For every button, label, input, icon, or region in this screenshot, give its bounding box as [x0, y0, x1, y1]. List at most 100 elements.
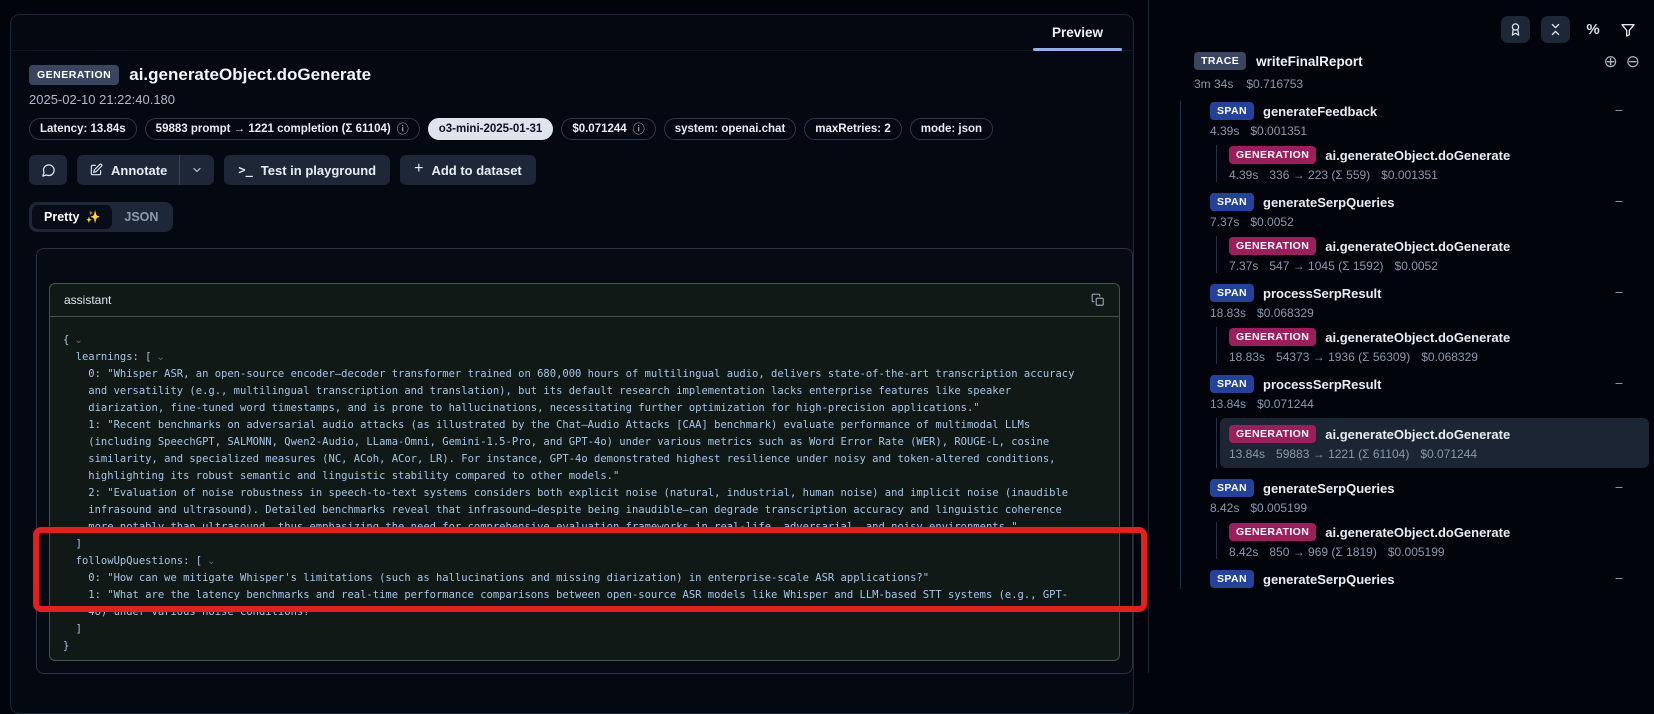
generation-node-header[interactable]: GENERATIONai.generateObject.doGenerate — [1229, 424, 1640, 444]
collapse-node-icon[interactable]: − — [1615, 193, 1623, 209]
span-metrics: 7.37s$0.0052 — [1210, 215, 1640, 229]
filter-button[interactable] — [1616, 16, 1640, 43]
span-duration: 4.39s — [1210, 124, 1239, 138]
metadata-pill: mode: json — [910, 118, 993, 140]
generation-node-header[interactable]: GENERATIONai.generateObject.doGenerate — [1229, 145, 1640, 165]
generation-metrics: 8.42s850 → 969 (Σ 1819)$0.005199 — [1229, 545, 1640, 559]
add-to-dataset-button[interactable]: + Add to dataset — [400, 155, 536, 185]
generation-tokens: 547 → 1045 (Σ 1592) — [1269, 259, 1383, 273]
generation-duration: 4.39s — [1229, 168, 1258, 182]
span-node[interactable]: SPANgenerateFeedback−4.39s$0.001351GENER… — [1210, 101, 1640, 182]
span-badge: SPAN — [1210, 375, 1254, 393]
add-to-dataset-label: Add to dataset — [431, 163, 521, 178]
generation-node[interactable]: GENERATIONai.generateObject.doGenerate18… — [1229, 327, 1640, 364]
span-node-header[interactable]: SPANgenerateFeedback− — [1210, 101, 1640, 121]
pill-label: o3-mini-2025-01-31 — [439, 123, 543, 135]
award-icon — [1508, 22, 1523, 37]
fold-vertical-icon — [1548, 22, 1563, 37]
terminal-icon: >_ — [238, 163, 252, 177]
span-node[interactable]: SPANprocessSerpResult−18.83s$0.068329GEN… — [1210, 283, 1640, 364]
generation-node[interactable]: GENERATIONai.generateObject.doGenerate 4.… — [1229, 145, 1640, 182]
span-node[interactable]: SPAN generateSerpQueries − — [1210, 569, 1640, 589]
generation-node-header[interactable]: GENERATIONai.generateObject.doGenerate — [1229, 522, 1640, 542]
collapse-chevron-icon[interactable]: ⌄ — [157, 352, 165, 363]
collapse-node-icon[interactable]: − — [1615, 375, 1623, 391]
annotate-button[interactable]: Annotate — [77, 155, 179, 185]
pretty-label: Pretty — [44, 210, 79, 224]
filter-funnel-icon — [1620, 22, 1636, 38]
collapse-all-button[interactable] — [1541, 16, 1570, 43]
generation-tokens: 59883 → 1221 (Σ 61104) — [1276, 447, 1409, 461]
test-in-playground-button[interactable]: >_ Test in playground — [224, 155, 390, 185]
trace-badge: TRACE — [1194, 52, 1246, 70]
toggle-pretty[interactable]: Pretty ✨ — [32, 205, 112, 229]
span-badge: SPAN — [1210, 570, 1254, 588]
generation-name: ai.generateObject.doGenerate — [1325, 525, 1510, 540]
span-node-header[interactable]: SPAN generateSerpQueries − — [1210, 569, 1640, 589]
info-icon[interactable]: ⓘ — [633, 123, 645, 135]
comment-button[interactable] — [29, 155, 67, 185]
span-children: GENERATIONai.generateObject.doGenerate 8.… — [1216, 522, 1640, 559]
annotate-button-group: Annotate — [77, 155, 214, 185]
span-duration: 13.84s — [1210, 397, 1246, 411]
actions-toolbar: Annotate >_ Test in playground + Add to … — [29, 155, 1133, 185]
span-node-header[interactable]: SPAN processSerpResult − — [1210, 374, 1640, 394]
collapse-node-icon[interactable]: − — [1615, 479, 1623, 495]
generation-node[interactable]: GENERATIONai.generateObject.doGenerate 8.… — [1229, 522, 1640, 559]
copy-button[interactable] — [1091, 293, 1105, 307]
collapse-chevron-icon[interactable]: ⌄ — [74, 335, 82, 346]
span-name: processSerpResult — [1263, 377, 1382, 392]
collapse-node-icon[interactable]: − — [1615, 102, 1623, 118]
json-label: JSON — [124, 210, 158, 224]
trace-root-row[interactable]: TRACE writeFinalReport ⊕ ⊖ — [1194, 52, 1640, 70]
span-name: generateSerpQueries — [1263, 195, 1395, 210]
span-node-header[interactable]: SPANprocessSerpResult− — [1210, 283, 1640, 303]
span-badge: SPAN — [1210, 284, 1254, 302]
code-line: infrasound and ultrasound). Detailed ben… — [63, 502, 1119, 519]
model-badge: o3-mini-2025-01-31 — [428, 118, 554, 140]
span-metrics: 4.39s$0.001351 — [1210, 124, 1640, 138]
chevron-down-icon — [191, 164, 203, 176]
tab-preview[interactable]: Preview — [1028, 15, 1127, 50]
generation-node-header[interactable]: GENERATIONai.generateObject.doGenerate — [1229, 327, 1640, 347]
tab-preview-label: Preview — [1052, 25, 1103, 40]
code-line: 1: "Recent benchmarks on adversarial aud… — [63, 417, 1119, 434]
metadata-pill: 59883 prompt → 1221 completion (Σ 61104)… — [145, 118, 420, 140]
span-children: GENERATIONai.generateObject.doGenerate7.… — [1216, 236, 1640, 273]
span-node[interactable]: SPANgenerateSerpQueries−8.42s$0.005199GE… — [1210, 478, 1640, 559]
annotations-button[interactable] — [1501, 16, 1530, 43]
annotate-button-label: Annotate — [111, 163, 167, 178]
span-name: generateSerpQueries — [1263, 572, 1395, 587]
zoom-in-icon[interactable]: ⊕ — [1604, 53, 1618, 70]
generation-node[interactable]: GENERATIONai.generateObject.doGenerate7.… — [1229, 236, 1640, 273]
observation-timestamp: 2025-02-10 21:22:40.180 — [29, 92, 1133, 107]
generation-badge: GENERATION — [1229, 237, 1316, 255]
code-line: highlighting its robust semantic and lin… — [63, 468, 1119, 485]
span-node[interactable]: SPAN processSerpResult − 13.84s$0.071244 GEN… — [1210, 374, 1640, 468]
annotate-dropdown-button[interactable] — [180, 155, 214, 185]
pill-label: 59883 prompt → 1221 completion (Σ 61104) — [156, 123, 391, 135]
generation-node[interactable]: GENERATIONai.generateObject.doGenerate13… — [1220, 418, 1649, 468]
span-name: generateFeedback — [1263, 104, 1377, 119]
span-metrics: 13.84s$0.071244 — [1210, 397, 1640, 411]
collapse-node-icon[interactable]: − — [1615, 284, 1623, 300]
pencil-square-icon — [89, 163, 103, 177]
generation-node-header[interactable]: GENERATIONai.generateObject.doGenerate — [1229, 236, 1640, 256]
code-line: similarity, and specialized measures (NC… — [63, 451, 1119, 468]
span-node-header[interactable]: SPANgenerateSerpQueries− — [1210, 192, 1640, 212]
trace-children: SPAN generateFeedback − 4.39s$0.001351 GENER… — [1180, 101, 1640, 589]
code-line: learnings: [⌄ — [63, 349, 1119, 366]
collapse-node-icon[interactable]: − — [1615, 570, 1623, 586]
span-children: GENERATIONai.generateObject.doGenerate 4.… — [1216, 145, 1640, 182]
zoom-out-icon[interactable]: ⊖ — [1626, 53, 1640, 70]
toggle-json[interactable]: JSON — [112, 205, 170, 229]
metrics-toggle-button[interactable]: % — [1581, 16, 1605, 43]
info-icon[interactable]: ⓘ — [397, 123, 409, 135]
observation-header: GENERATION ai.generateObject.doGenerate … — [11, 51, 1133, 185]
pill-label: Latency: 13.84s — [40, 123, 126, 135]
span-node-header[interactable]: SPANgenerateSerpQueries− — [1210, 478, 1640, 498]
observation-type-badge: GENERATION — [29, 65, 119, 85]
span-node[interactable]: SPANgenerateSerpQueries−7.37s$0.0052GENE… — [1210, 192, 1640, 273]
assistant-message-header: assistant — [50, 284, 1119, 317]
code-line: diarization, fine-tuned word timestamps,… — [63, 400, 1119, 417]
